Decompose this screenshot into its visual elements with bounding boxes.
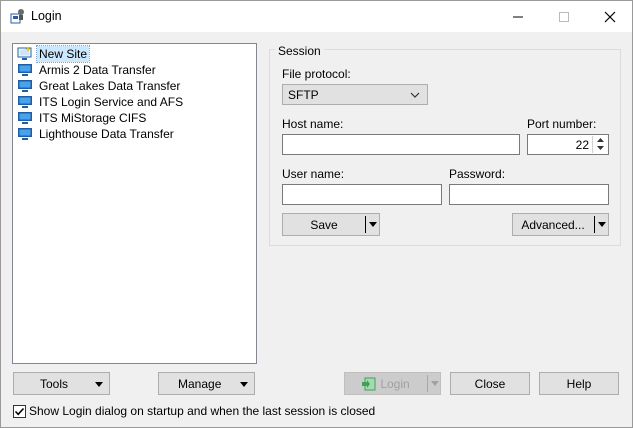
session-group-label: Session bbox=[275, 44, 324, 58]
user-name-input[interactable] bbox=[282, 184, 442, 205]
site-item-label: Armis 2 Data Transfer bbox=[39, 63, 156, 77]
password-label: Password: bbox=[449, 167, 506, 181]
port-number-value: 22 bbox=[575, 138, 589, 152]
port-number-stepper[interactable]: 22 bbox=[527, 134, 609, 155]
minimize-icon bbox=[513, 16, 523, 17]
show-login-checkbox[interactable] bbox=[13, 404, 26, 418]
port-spin-arrows bbox=[592, 136, 607, 153]
file-protocol-select[interactable]: SFTP bbox=[282, 84, 428, 105]
window-title: Login bbox=[31, 9, 62, 23]
file-protocol-value: SFTP bbox=[288, 87, 319, 102]
site-monitor-icon bbox=[18, 64, 32, 76]
site-item-label: ITS Login Service and AFS bbox=[39, 95, 184, 109]
dropdown-arrow-icon bbox=[95, 382, 103, 387]
site-item-label: ITS MiStorage CIFS bbox=[39, 111, 147, 125]
port-decrement-button[interactable] bbox=[593, 144, 607, 152]
save-button-label: Save bbox=[310, 217, 338, 232]
manage-button-label: Manage bbox=[178, 376, 222, 391]
site-item-great-lakes[interactable]: Great Lakes Data Transfer bbox=[17, 78, 182, 94]
tools-button[interactable]: Tools bbox=[13, 372, 110, 395]
close-button[interactable]: Close bbox=[450, 372, 530, 395]
checkmark-icon bbox=[14, 407, 25, 415]
site-item-its-mistorage[interactable]: ITS MiStorage CIFS bbox=[17, 110, 148, 126]
site-monitor-icon bbox=[18, 128, 32, 140]
dropdown-arrow-icon bbox=[240, 382, 248, 387]
port-number-label: Port number: bbox=[527, 117, 597, 131]
chevron-down-icon bbox=[596, 146, 604, 150]
site-item-label: New Site bbox=[35, 45, 91, 63]
title-bar: Login bbox=[1, 1, 632, 32]
manage-button[interactable]: Manage bbox=[158, 372, 255, 395]
login-button[interactable]: Login bbox=[345, 373, 427, 394]
file-protocol-label: File protocol: bbox=[282, 67, 351, 81]
chevron-up-icon bbox=[596, 138, 604, 142]
site-item-label: Great Lakes Data Transfer bbox=[39, 79, 181, 93]
login-button-label: Login bbox=[380, 376, 410, 391]
user-name-label: User name: bbox=[282, 167, 345, 181]
chevron-down-icon bbox=[410, 92, 420, 98]
login-split-button: Login bbox=[344, 372, 441, 395]
tools-button-label: Tools bbox=[40, 376, 69, 391]
dropdown-arrow-icon bbox=[431, 381, 439, 386]
minimize-button[interactable] bbox=[495, 1, 541, 32]
host-name-input[interactable] bbox=[282, 134, 520, 155]
site-item-armis[interactable]: Armis 2 Data Transfer bbox=[17, 62, 158, 78]
new-site-icon bbox=[17, 46, 32, 60]
login-dialog: Login New Site Armis 2 Data Transfer Gre… bbox=[0, 0, 633, 428]
site-item-lighthouse[interactable]: Lighthouse Data Transfer bbox=[17, 126, 176, 142]
password-input[interactable] bbox=[449, 184, 609, 205]
site-item-label: Lighthouse Data Transfer bbox=[39, 127, 174, 141]
save-dropdown-button[interactable] bbox=[366, 214, 380, 235]
site-item-its-login[interactable]: ITS Login Service and AFS bbox=[17, 94, 185, 110]
maximize-button[interactable] bbox=[541, 1, 587, 32]
show-login-option[interactable]: Show Login dialog on startup and when th… bbox=[13, 404, 375, 418]
advanced-dropdown-button[interactable] bbox=[595, 214, 609, 235]
host-name-label: Host name: bbox=[282, 117, 344, 131]
show-login-label: Show Login dialog on startup and when th… bbox=[29, 404, 376, 418]
maximize-icon bbox=[559, 11, 569, 22]
app-logo-icon bbox=[10, 9, 24, 24]
close-icon bbox=[604, 11, 616, 22]
site-monitor-icon bbox=[18, 96, 32, 108]
site-monitor-icon bbox=[18, 80, 32, 92]
help-button[interactable]: Help bbox=[539, 372, 619, 395]
port-increment-button[interactable] bbox=[593, 136, 607, 144]
save-split-button: Save bbox=[282, 213, 380, 236]
login-icon bbox=[362, 377, 376, 390]
site-monitor-icon bbox=[18, 112, 32, 124]
site-tree[interactable]: New Site Armis 2 Data Transfer Great Lak… bbox=[12, 43, 257, 364]
close-button-label: Close bbox=[474, 376, 506, 391]
help-button-label: Help bbox=[566, 376, 592, 391]
close-window-button[interactable] bbox=[587, 1, 633, 32]
advanced-button[interactable]: Advanced... bbox=[513, 214, 593, 235]
advanced-button-label: Advanced... bbox=[521, 217, 585, 232]
dropdown-arrow-icon bbox=[598, 222, 606, 227]
site-item-new-site[interactable]: New Site bbox=[17, 45, 91, 63]
save-button[interactable]: Save bbox=[283, 214, 365, 235]
dropdown-arrow-icon bbox=[369, 222, 377, 227]
advanced-split-button: Advanced... bbox=[512, 213, 609, 236]
login-dropdown-button[interactable] bbox=[428, 373, 442, 394]
